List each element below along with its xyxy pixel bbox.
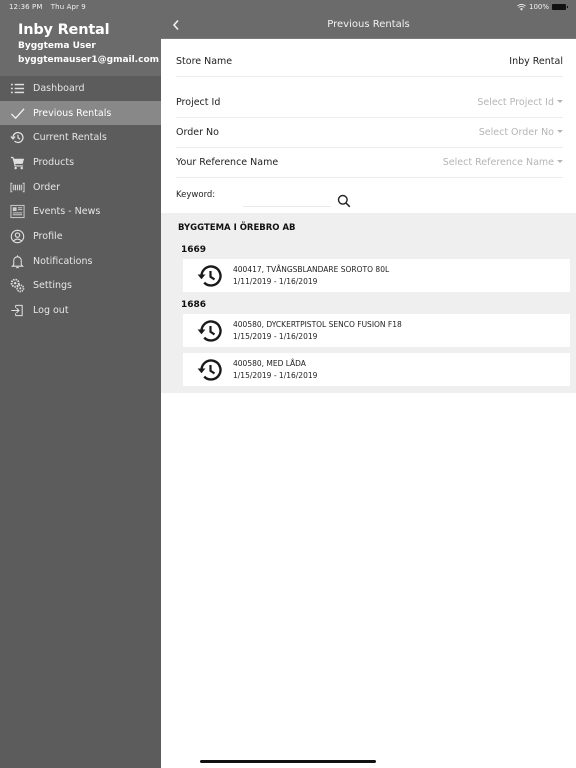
reference-name-placeholder: Select Reference Name: [442, 157, 554, 168]
checkmark-icon: [9, 105, 25, 121]
user-email: byggtemauser1@gmail.com: [18, 55, 159, 65]
project-id-dropdown[interactable]: Select Project Id: [477, 97, 563, 108]
history-icon: [191, 353, 227, 386]
reference-name-dropdown[interactable]: Select Reference Name: [443, 157, 563, 168]
order-no-label: Order No: [176, 127, 219, 138]
sidebar-item-previous-rentals[interactable]: Previous Rentals: [0, 100, 161, 126]
profile-icon: [9, 228, 25, 244]
project-group-label: 1669: [181, 245, 207, 255]
status-bar-right: 100%: [517, 3, 568, 11]
sidebar-item-notifications[interactable]: Notifications: [0, 249, 161, 274]
navigation-bar: 100% Previous Rentals: [161, 0, 576, 39]
sidebar-item-label: Products: [33, 156, 75, 168]
keyword-input[interactable]: [243, 192, 331, 207]
store-name-label: Store Name: [176, 56, 233, 67]
status-time: 12:36 PM: [9, 3, 43, 11]
bell-icon: [9, 253, 25, 269]
rental-title: 400580, DYCKERTPISTOL SENCO FUSION F18: [233, 319, 402, 329]
sidebar-item-settings[interactable]: Settings: [0, 274, 161, 299]
search-icon: [337, 194, 351, 208]
rental-dates: 1/15/2019 - 1/16/2019: [233, 331, 318, 341]
sidebar-item-products[interactable]: Products: [0, 150, 161, 175]
battery-percentage: 100%: [528, 3, 549, 11]
list-icon: [9, 80, 25, 96]
caret-down-icon: [557, 160, 563, 163]
search-button[interactable]: [337, 193, 351, 208]
rental-item[interactable]: 400417, TVÅNGSBLANDARE SOROTO 80L 1/11/2…: [183, 259, 570, 292]
sidebar-item-order[interactable]: Order: [0, 175, 161, 200]
sidebar-item-label: Dashboard: [33, 82, 85, 94]
sidebar: 12:36 PM Thu Apr 9 Inby Rental Byggtema …: [0, 0, 161, 768]
rental-title: 400417, TVÅNGSBLANDARE SOROTO 80L: [233, 264, 390, 274]
sidebar-item-label: Previous Rentals: [33, 107, 112, 119]
sidebar-item-label: Current Rentals: [33, 132, 107, 144]
status-date: Thu Apr 9: [50, 3, 86, 11]
sidebar-item-logout[interactable]: Log out: [0, 298, 161, 323]
app-title: Inby Rental: [18, 22, 110, 38]
sidebar-menu: Dashboard Previous Rentals Current Renta…: [0, 76, 161, 323]
page-title: Previous Rentals: [327, 19, 410, 30]
history-icon: [191, 259, 227, 292]
rental-dates: 1/11/2019 - 1/16/2019: [233, 276, 318, 286]
project-id-row: Project Id Select Project Id: [176, 88, 563, 118]
caret-down-icon: [557, 100, 563, 103]
order-no-placeholder: Select Order No: [478, 127, 554, 138]
history-icon: [191, 314, 227, 347]
history-icon: [9, 130, 25, 146]
newspaper-icon: [9, 204, 25, 220]
status-bar-left: 12:36 PM Thu Apr 9: [9, 3, 92, 11]
gears-icon: [9, 278, 25, 294]
barcode-icon: [9, 179, 25, 195]
rental-dates: 1/15/2019 - 1/16/2019: [233, 370, 318, 380]
sidebar-header: 12:36 PM Thu Apr 9 Inby Rental Byggtema …: [0, 0, 161, 76]
order-no-dropdown[interactable]: Select Order No: [479, 127, 563, 138]
user-name: Byggtema User: [18, 41, 96, 51]
cart-icon: [9, 154, 25, 170]
reference-name-label: Your Reference Name: [176, 157, 279, 168]
project-group-label: 1686: [181, 300, 207, 310]
store-name-value: Inby Rental: [509, 56, 563, 67]
main-content: Store Name Inby Rental Project Id Select…: [161, 39, 576, 768]
rental-title: 400580, MED LÅDA: [233, 358, 306, 368]
reference-name-row: Your Reference Name Select Reference Nam…: [176, 148, 563, 178]
sidebar-item-dashboard[interactable]: Dashboard: [0, 76, 161, 101]
rental-item[interactable]: 400580, MED LÅDA 1/15/2019 - 1/16/2019: [183, 353, 570, 386]
store-name-row: Store Name Inby Rental: [176, 47, 563, 77]
rental-item[interactable]: 400580, DYCKERTPISTOL SENCO FUSION F18 1…: [183, 314, 570, 347]
sidebar-item-label: Order: [33, 181, 60, 193]
logout-icon: [9, 303, 25, 319]
wifi-icon: [517, 3, 526, 11]
keyword-label: Keyword:: [176, 190, 216, 200]
company-name: BYGGTEMA I ÖREBRO AB: [178, 223, 296, 233]
sidebar-item-events-news[interactable]: Events - News: [0, 199, 161, 224]
sidebar-item-label: Notifications: [33, 255, 93, 267]
project-id-label: Project Id: [176, 97, 221, 108]
order-no-row: Order No Select Order No: [176, 118, 563, 148]
battery-icon: [552, 4, 568, 10]
sidebar-item-label: Profile: [33, 230, 63, 242]
sidebar-item-label: Events - News: [33, 206, 101, 218]
sidebar-item-current-rentals[interactable]: Current Rentals: [0, 125, 161, 150]
sidebar-item-label: Log out: [33, 305, 69, 317]
project-id-placeholder: Select Project Id: [477, 97, 554, 108]
caret-down-icon: [557, 130, 563, 133]
sidebar-item-profile[interactable]: Profile: [0, 224, 161, 249]
sidebar-item-label: Settings: [33, 280, 72, 292]
home-indicator[interactable]: [200, 760, 376, 763]
rentals-list: BYGGTEMA I ÖREBRO AB 1669 400417, TVÅNGS…: [161, 213, 576, 393]
